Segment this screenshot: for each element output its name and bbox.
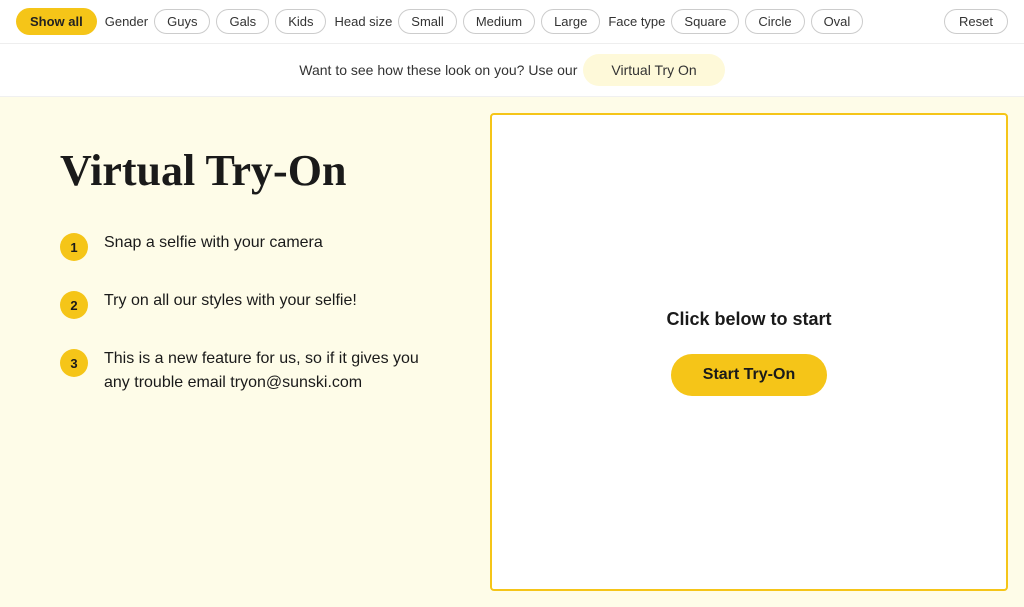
page-title: Virtual Try-On — [60, 147, 440, 195]
show-all-button[interactable]: Show all — [16, 8, 97, 35]
filter-square[interactable]: Square — [671, 9, 739, 34]
step-item-2: 2 Try on all our styles with your selfie… — [60, 289, 440, 319]
filter-bar: Show all Gender Guys Gals Kids Head size… — [0, 0, 1024, 44]
step-number-2: 2 — [60, 291, 88, 319]
step-number-3: 3 — [60, 349, 88, 377]
headsize-filter-group: Head size Small Medium Large — [334, 9, 600, 34]
step-item-1: 1 Snap a selfie with your camera — [60, 231, 440, 261]
left-panel: Virtual Try-On 1 Snap a selfie with your… — [0, 97, 490, 607]
gender-filter-group: Gender Guys Gals Kids — [105, 9, 327, 34]
facetype-filter-group: Face type Square Circle Oval — [608, 9, 863, 34]
facetype-label: Face type — [608, 14, 665, 29]
filter-small[interactable]: Small — [398, 9, 457, 34]
main-content: Virtual Try-On 1 Snap a selfie with your… — [0, 97, 1024, 607]
try-on-banner: Want to see how these look on you? Use o… — [0, 44, 1024, 97]
step-number-1: 1 — [60, 233, 88, 261]
banner-text: Want to see how these look on you? Use o… — [299, 62, 577, 78]
filter-medium[interactable]: Medium — [463, 9, 535, 34]
click-to-start-label: Click below to start — [666, 309, 831, 330]
step-item-3: 3 This is a new feature for us, so if it… — [60, 347, 440, 395]
headsize-label: Head size — [334, 14, 392, 29]
filter-guys[interactable]: Guys — [154, 9, 210, 34]
filter-oval[interactable]: Oval — [811, 9, 864, 34]
step-text-2: Try on all our styles with your selfie! — [104, 289, 357, 313]
filter-large[interactable]: Large — [541, 9, 600, 34]
step-text-1: Snap a selfie with your camera — [104, 231, 323, 255]
step-text-3: This is a new feature for us, so if it g… — [104, 347, 440, 395]
filter-kids[interactable]: Kids — [275, 9, 326, 34]
banner-try-on-button[interactable]: Virtual Try On — [583, 54, 724, 86]
right-panel: Click below to start Start Try-On — [490, 113, 1008, 591]
step-list: 1 Snap a selfie with your camera 2 Try o… — [60, 231, 440, 395]
gender-label: Gender — [105, 14, 148, 29]
reset-button[interactable]: Reset — [944, 9, 1008, 34]
filter-gals[interactable]: Gals — [216, 9, 269, 34]
start-try-on-button[interactable]: Start Try-On — [671, 354, 827, 396]
filter-circle[interactable]: Circle — [745, 9, 804, 34]
